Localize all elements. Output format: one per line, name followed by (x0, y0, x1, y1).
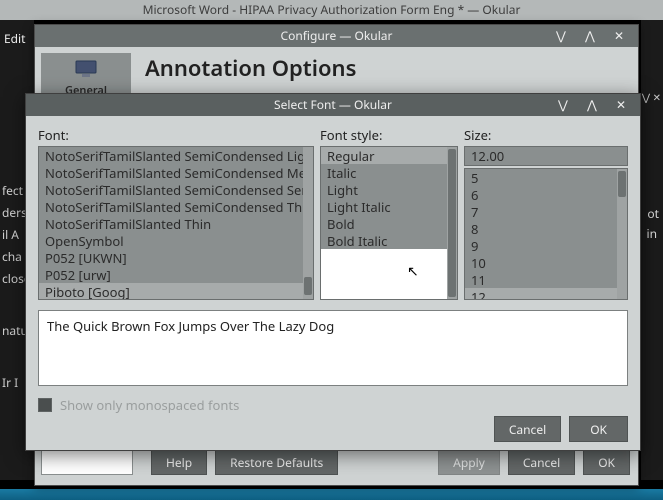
window-controls-icon[interactable]: ⋁ ⋀ ✕ (558, 94, 634, 116)
list-item[interactable]: NotoSerifTamilSlanted SemiCondensed Ligh… (39, 147, 303, 164)
bg-text: ot (647, 205, 659, 222)
list-item[interactable]: NotoSerifTamilSlanted SemiCondensed Semi… (39, 181, 303, 198)
font-cancel-button[interactable]: Cancel (494, 416, 561, 442)
scrollbar[interactable] (617, 169, 627, 299)
font-ok-button[interactable]: OK (569, 416, 628, 442)
cancel-button[interactable]: Cancel (508, 449, 575, 475)
list-item[interactable]: Light Italic (321, 198, 447, 215)
list-item[interactable]: Italic (321, 164, 447, 181)
list-item[interactable]: 11 (465, 271, 617, 288)
list-item[interactable]: 9 (465, 237, 617, 254)
size-input[interactable] (464, 146, 628, 166)
list-item[interactable]: 12 (465, 288, 617, 300)
bg-text: in (646, 225, 657, 242)
ok-button[interactable]: OK (583, 449, 630, 475)
font-listbox[interactable]: NotoSerifTamilSlanted SemiCondensed Ligh… (38, 146, 314, 300)
style-listbox[interactable]: RegularItalicLightLight ItalicBoldBold I… (320, 146, 458, 300)
monitor-icon (74, 59, 98, 79)
list-item[interactable]: NotoSerifTamilSlanted SemiCondensed Medi… (39, 164, 303, 181)
list-item[interactable]: Piboto [Goog] (39, 283, 303, 300)
list-item[interactable]: 10 (465, 254, 617, 271)
select-font-dialog: Select Font — Okular ⋁ ⋀ ✕ Font: NotoSer… (25, 93, 641, 451)
window-controls-icon[interactable]: ⋁ ✕ (642, 90, 661, 104)
app-titlebar: Microsoft Word - HIPAA Privacy Authoriza… (0, 0, 663, 20)
window-controls-icon[interactable]: ⋁ ⋀ ✕ (556, 25, 632, 47)
list-item[interactable]: 8 (465, 220, 617, 237)
scrollbar[interactable] (303, 147, 313, 299)
taskbar (0, 489, 663, 500)
font-titlebar[interactable]: Select Font — Okular ⋁ ⋀ ✕ (26, 94, 640, 116)
size-label: Size: (464, 126, 628, 144)
size-listbox[interactable]: 56789101112 (464, 168, 628, 300)
list-item[interactable]: OpenSymbol (39, 232, 303, 249)
font-preview: The Quick Brown Fox Jumps Over The Lazy … (38, 310, 628, 386)
list-item[interactable]: 5 (465, 169, 617, 186)
monospaced-label: Show only monospaced fonts (60, 396, 239, 414)
font-label: Font: (38, 126, 314, 144)
list-item[interactable]: Bold Italic (321, 232, 447, 249)
list-item[interactable]: P052 [UKWN] (39, 249, 303, 266)
list-item[interactable]: Light (321, 181, 447, 198)
list-item[interactable]: NotoSerifTamilSlanted Thin (39, 215, 303, 232)
configure-title: Configure — Okular (281, 27, 393, 44)
font-dialog-title: Select Font — Okular (274, 96, 392, 113)
edit-menu[interactable]: Edit (4, 30, 25, 47)
scrollbar[interactable] (447, 147, 457, 299)
list-item[interactable]: P052 [urw] (39, 266, 303, 283)
configure-titlebar[interactable]: Configure — Okular ⋁ ⋀ ✕ (35, 25, 638, 47)
list-item[interactable]: NotoSerifTamilSlanted SemiCondensed Thin (39, 198, 303, 215)
help-button[interactable]: Help (151, 449, 207, 475)
apply-button[interactable]: Apply (438, 449, 500, 475)
background-right: ⋁ ✕ ot in (641, 20, 663, 480)
list-item[interactable]: Regular (321, 147, 447, 164)
configure-heading: Annotation Options (145, 53, 356, 83)
list-item[interactable]: 6 (465, 186, 617, 203)
restore-defaults-button[interactable]: Restore Defaults (215, 449, 338, 475)
style-label: Font style: (320, 126, 458, 144)
list-item[interactable]: 7 (465, 203, 617, 220)
list-item[interactable]: Bold (321, 215, 447, 232)
monospaced-checkbox[interactable] (38, 398, 52, 412)
